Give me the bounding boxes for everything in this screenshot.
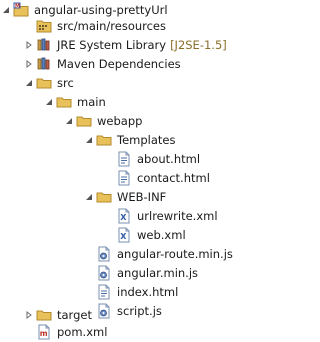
tree-item-label: JRE System Library — [57, 37, 167, 52]
tree-item-contact-html[interactable]: contact.html — [104, 168, 210, 187]
expanded-arrow-icon[interactable] — [44, 92, 54, 111]
expanded-arrow-icon[interactable] — [24, 73, 34, 92]
tree-item-label: script.js — [117, 303, 162, 318]
tree-item-label: Templates — [117, 132, 176, 147]
tree-item-label: contact.html — [137, 170, 210, 185]
tree-item-script-js[interactable]: script.js — [84, 301, 162, 320]
tree-item-label: target — [57, 307, 92, 322]
folder-icon — [96, 189, 112, 205]
tree-item-src[interactable]: src — [24, 73, 74, 92]
js-file-icon — [96, 303, 112, 319]
tree-item-label: pom.xml — [57, 324, 108, 339]
folder-icon — [36, 307, 52, 323]
collapsed-arrow-icon[interactable] — [24, 35, 34, 54]
tree-item-label: src/main/resources — [57, 18, 167, 33]
tree-item-maven-dependencies[interactable]: Maven Dependencies — [24, 54, 181, 73]
tree-item-label: main — [77, 94, 106, 109]
tree-item-label: angular.min.js — [117, 265, 199, 280]
svg-text:X: X — [120, 232, 127, 241]
svg-text:X: X — [120, 213, 127, 222]
xml-file-icon: X — [116, 227, 132, 243]
tree-item-label: angular-route.min.js — [117, 246, 233, 261]
tree-item-src-main-resources[interactable]: src/main/resources — [24, 16, 166, 35]
tree-item-label: src — [57, 75, 74, 90]
svg-text:m: m — [40, 329, 48, 338]
js-file-icon — [96, 265, 112, 281]
tree-item-label: WEB-INF — [117, 189, 167, 204]
tree-item-index-html[interactable]: index.html — [84, 282, 178, 301]
js-file-icon — [96, 246, 112, 262]
html-file-icon — [116, 151, 132, 167]
tree-item-about-html[interactable]: about.html — [104, 149, 200, 168]
tree-item-web-xml[interactable]: X web.xml — [104, 225, 186, 244]
tree-item-label: Maven Dependencies — [57, 56, 181, 71]
library-icon — [36, 56, 52, 72]
expanded-arrow-icon[interactable] — [84, 130, 94, 149]
tree-item-angular-min-js[interactable]: angular.min.js — [84, 263, 198, 282]
expanded-arrow-icon[interactable] — [1, 0, 11, 19]
xml-file-icon: X — [116, 208, 132, 224]
expanded-arrow-icon[interactable] — [64, 111, 74, 130]
svg-text:M: M — [15, 3, 20, 9]
source-folder-icon — [36, 18, 52, 34]
collapsed-arrow-icon[interactable] — [24, 54, 34, 73]
tree-item-web-inf[interactable]: WEB-INF — [84, 187, 166, 206]
tree-item-label: web.xml — [137, 227, 186, 242]
library-icon — [36, 37, 52, 53]
tree-item-label: webapp — [97, 113, 143, 128]
tree-item-label: angular-using-prettyUrl — [34, 2, 168, 17]
folder-icon — [76, 113, 92, 129]
project-explorer-tree: M angular-using-prettyUrl src/main/resou… — [0, 0, 260, 342]
maven-pom-icon: m — [36, 324, 52, 340]
tree-item-label: index.html — [117, 284, 179, 299]
html-file-icon — [116, 170, 132, 186]
tree-item-main[interactable]: main — [44, 92, 106, 111]
tree-item-webapp[interactable]: webapp — [64, 111, 142, 130]
jre-version-decoration: [J2SE-1.5] — [170, 37, 227, 52]
tree-item-pom-xml[interactable]: m pom.xml — [24, 322, 107, 341]
folder-icon — [36, 75, 52, 91]
folder-icon — [56, 94, 72, 110]
tree-item-label: about.html — [137, 151, 201, 166]
tree-item-urlrewrite-xml[interactable]: X urlrewrite.xml — [104, 206, 218, 225]
tree-item-label: urlrewrite.xml — [137, 208, 218, 223]
html-file-icon — [96, 284, 112, 300]
folder-icon — [96, 132, 112, 148]
tree-item-templates[interactable]: Templates — [84, 130, 175, 149]
tree-item-angular-route-min-js[interactable]: angular-route.min.js — [84, 244, 233, 263]
expanded-arrow-icon[interactable] — [84, 187, 94, 206]
tree-item-jre-system-library[interactable]: JRE System Library [J2SE-1.5] — [24, 35, 227, 54]
